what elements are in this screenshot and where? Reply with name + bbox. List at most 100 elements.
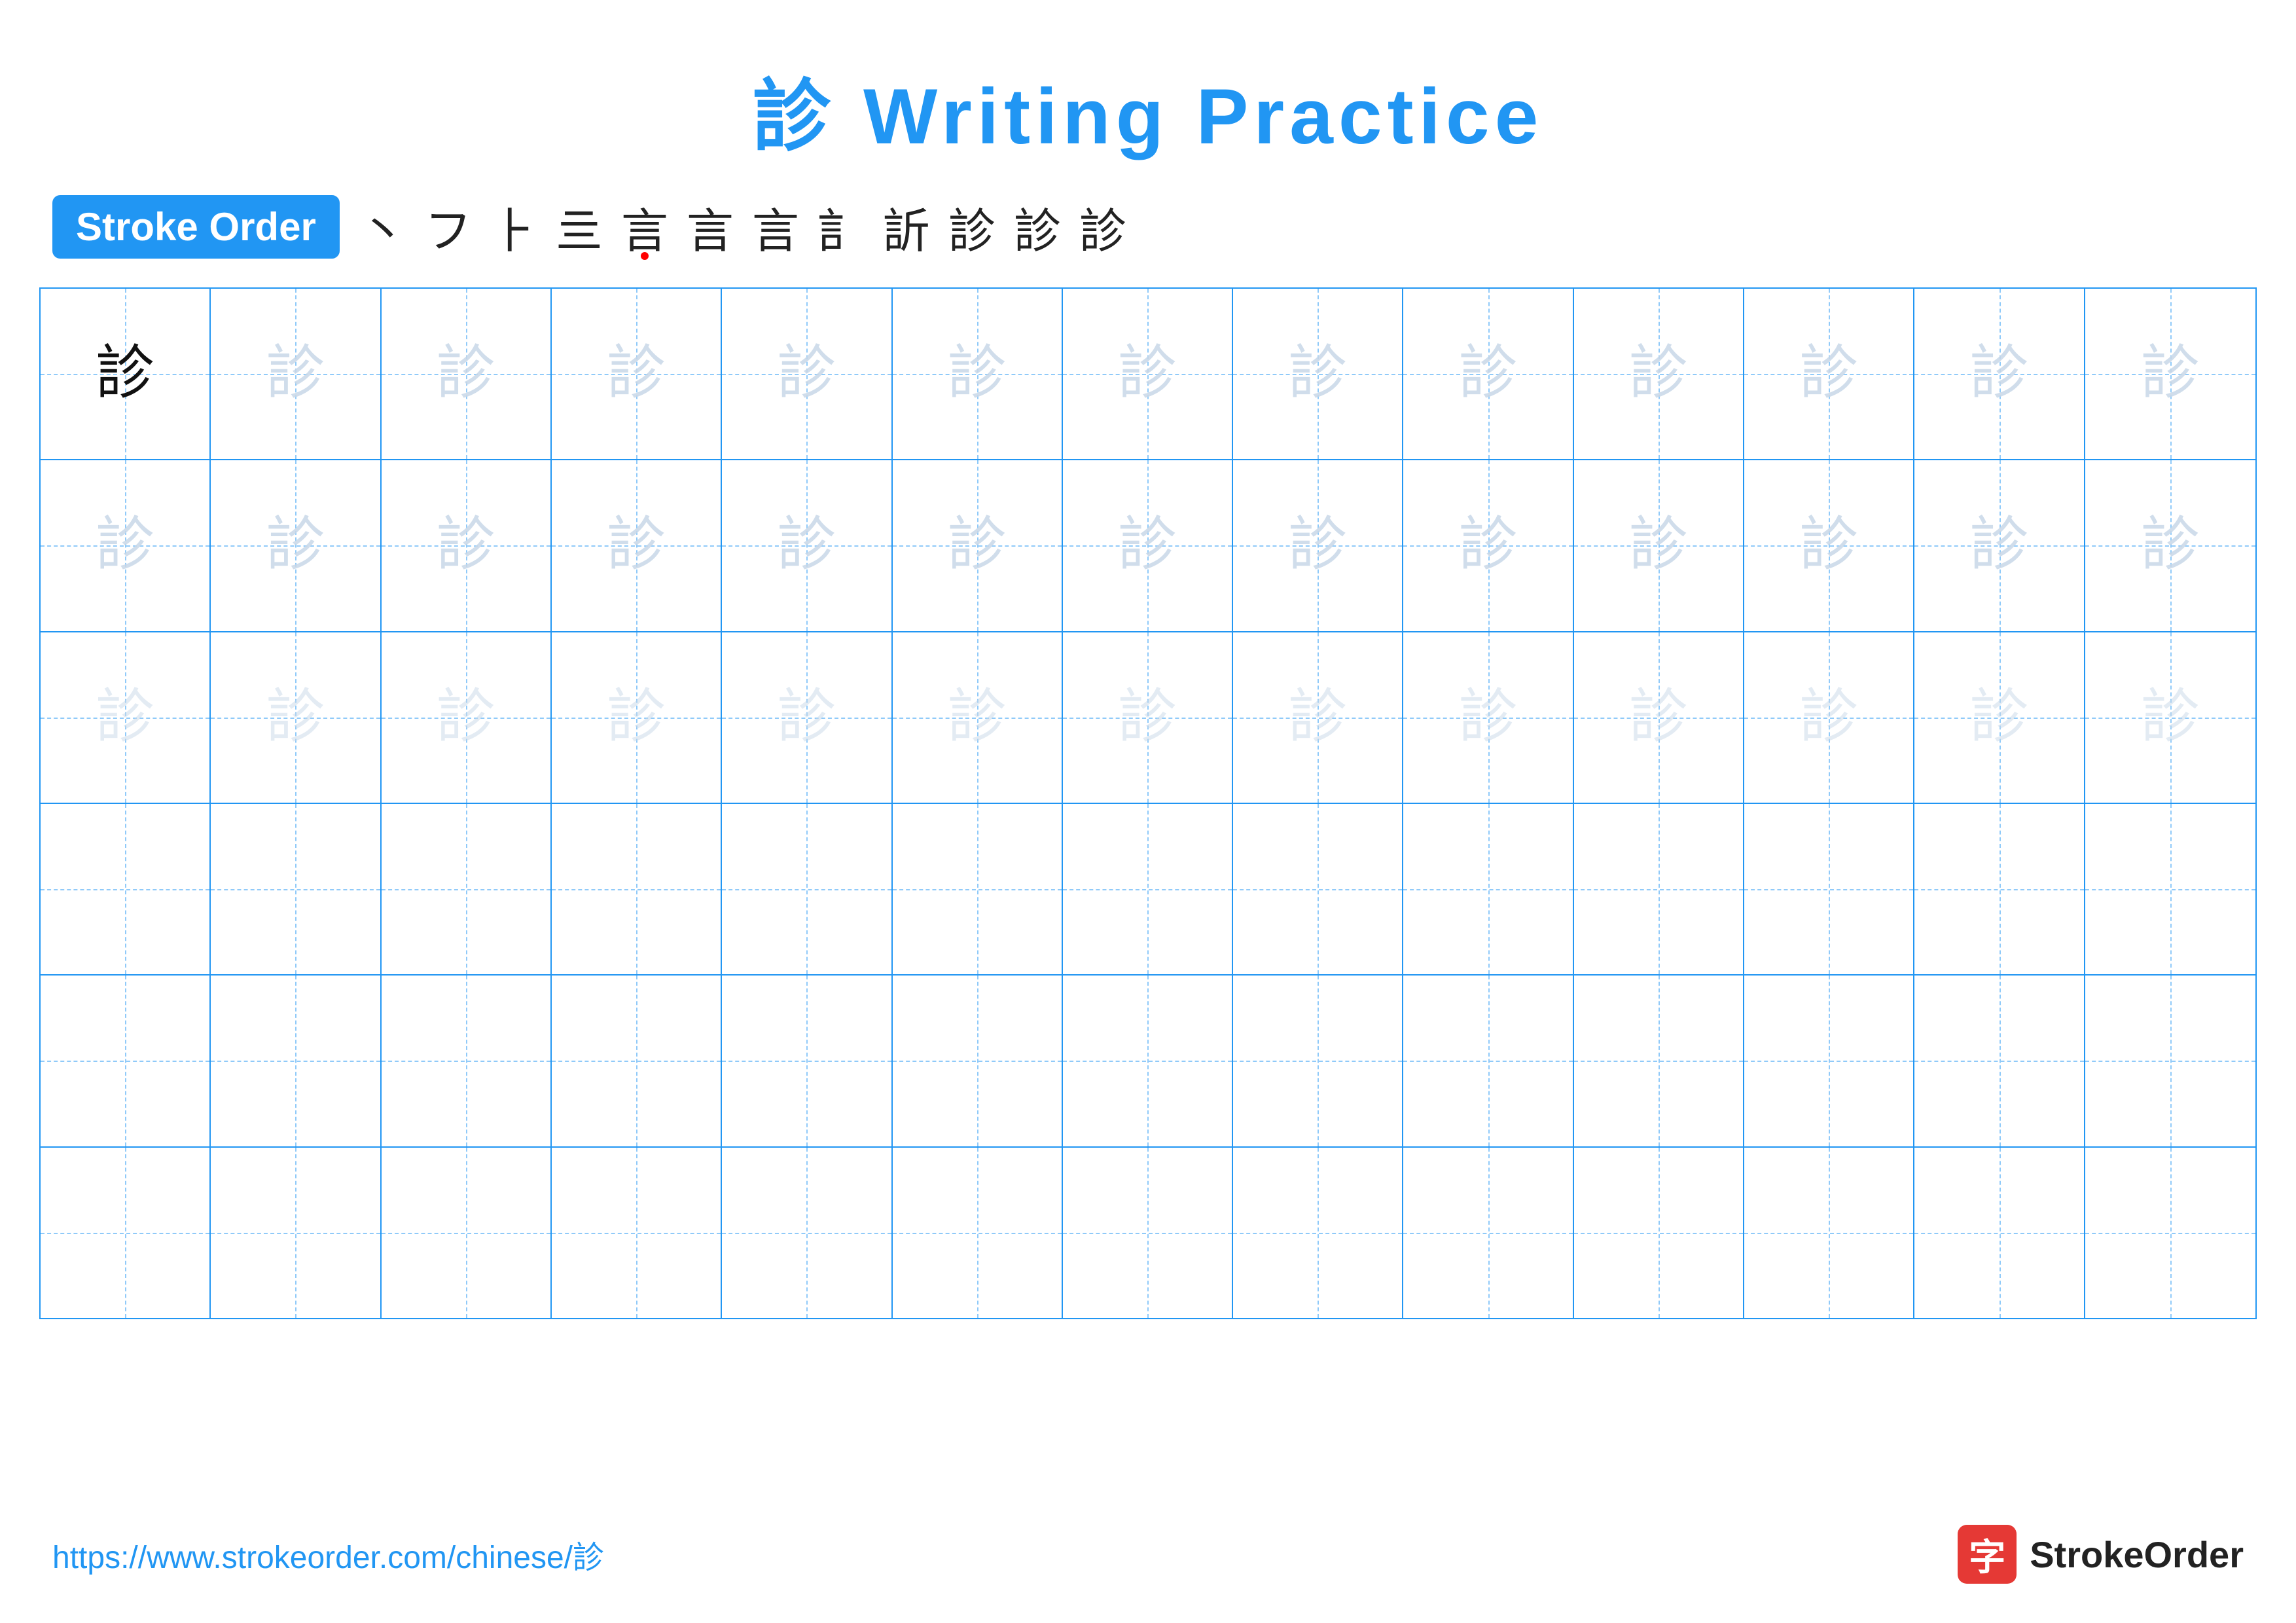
grid-cell-1-9[interactable]: 診 <box>1403 289 1573 459</box>
grid-row-5 <box>41 976 2255 1147</box>
grid-cell-2-4[interactable]: 診 <box>552 460 722 630</box>
stroke-sequence: 丶 フ ⺊ 亖 言 言 言 訁 訢 診 診 診 <box>359 192 1126 261</box>
grid-cell-4-6[interactable] <box>893 804 1063 974</box>
stroke-order-badge: Stroke Order <box>52 195 340 259</box>
grid-cell-2-9[interactable]: 診 <box>1403 460 1573 630</box>
stroke-6: 言 <box>687 192 734 261</box>
grid-cell-4-10[interactable] <box>1574 804 1744 974</box>
grid-cell-5-3[interactable] <box>382 976 552 1146</box>
grid-cell-2-2[interactable]: 診 <box>211 460 381 630</box>
grid-cell-4-8[interactable] <box>1233 804 1403 974</box>
grid-row-4 <box>41 804 2255 976</box>
grid-cell-3-13[interactable]: 診 <box>2085 632 2255 803</box>
grid-cell-2-8[interactable]: 診 <box>1233 460 1403 630</box>
grid-cell-5-2[interactable] <box>211 976 381 1146</box>
grid-cell-3-2[interactable]: 診 <box>211 632 381 803</box>
grid-cell-4-13[interactable] <box>2085 804 2255 974</box>
grid-cell-6-4[interactable] <box>552 1148 722 1318</box>
grid-cell-3-6[interactable]: 診 <box>893 632 1063 803</box>
grid-cell-2-3[interactable]: 診 <box>382 460 552 630</box>
grid-cell-1-5[interactable]: 診 <box>722 289 892 459</box>
grid-cell-4-2[interactable] <box>211 804 381 974</box>
grid-cell-3-4[interactable]: 診 <box>552 632 722 803</box>
grid-cell-5-5[interactable] <box>722 976 892 1146</box>
grid-cell-2-12[interactable]: 診 <box>1914 460 2085 630</box>
stroke-4: 亖 <box>556 192 603 261</box>
grid-cell-4-11[interactable] <box>1744 804 1914 974</box>
stroke-5: 言 <box>621 192 668 261</box>
grid-cell-3-10[interactable]: 診 <box>1574 632 1744 803</box>
grid-cell-1-8[interactable]: 診 <box>1233 289 1403 459</box>
grid-cell-5-11[interactable] <box>1744 976 1914 1146</box>
grid-cell-1-2[interactable]: 診 <box>211 289 381 459</box>
grid-cell-2-6[interactable]: 診 <box>893 460 1063 630</box>
grid-row-2: 診 診 診 診 診 診 診 診 診 診 診 診 診 <box>41 460 2255 632</box>
grid-cell-4-3[interactable] <box>382 804 552 974</box>
grid-cell-6-9[interactable] <box>1403 1148 1573 1318</box>
grid-cell-6-8[interactable] <box>1233 1148 1403 1318</box>
grid-cell-1-11[interactable]: 診 <box>1744 289 1914 459</box>
grid-cell-3-3[interactable]: 診 <box>382 632 552 803</box>
grid-row-3: 診 診 診 診 診 診 診 診 診 診 診 診 診 <box>41 632 2255 804</box>
grid-cell-2-1[interactable]: 診 <box>41 460 211 630</box>
grid-cell-3-5[interactable]: 診 <box>722 632 892 803</box>
stroke-7: 言 <box>752 192 799 261</box>
grid-cell-6-2[interactable] <box>211 1148 381 1318</box>
stroke-3: ⺊ <box>490 192 537 261</box>
grid-cell-6-13[interactable] <box>2085 1148 2255 1318</box>
grid-cell-5-4[interactable] <box>552 976 722 1146</box>
grid-cell-6-11[interactable] <box>1744 1148 1914 1318</box>
grid-cell-6-5[interactable] <box>722 1148 892 1318</box>
grid-cell-5-9[interactable] <box>1403 976 1573 1146</box>
grid-cell-2-11[interactable]: 診 <box>1744 460 1914 630</box>
stroke-2: フ <box>425 192 472 261</box>
grid-cell-4-12[interactable] <box>1914 804 2085 974</box>
grid-cell-6-1[interactable] <box>41 1148 211 1318</box>
stroke-12: 診 <box>1079 192 1126 261</box>
grid-cell-4-5[interactable] <box>722 804 892 974</box>
grid-cell-5-13[interactable] <box>2085 976 2255 1146</box>
char-dark: 診 <box>96 344 154 403</box>
grid-cell-5-10[interactable] <box>1574 976 1744 1146</box>
grid-cell-1-12[interactable]: 診 <box>1914 289 2085 459</box>
footer-url[interactable]: https://www.strokeorder.com/chinese/診 <box>52 1531 604 1577</box>
grid-cell-1-6[interactable]: 診 <box>893 289 1063 459</box>
grid-cell-2-10[interactable]: 診 <box>1574 460 1744 630</box>
stroke-10: 診 <box>948 192 996 261</box>
grid-cell-2-13[interactable]: 診 <box>2085 460 2255 630</box>
grid-cell-1-10[interactable]: 診 <box>1574 289 1744 459</box>
grid-cell-1-3[interactable]: 診 <box>382 289 552 459</box>
grid-cell-4-4[interactable] <box>552 804 722 974</box>
grid-cell-4-1[interactable] <box>41 804 211 974</box>
grid-cell-1-1[interactable]: 診 <box>41 289 211 459</box>
grid-cell-1-13[interactable]: 診 <box>2085 289 2255 459</box>
grid-cell-3-8[interactable]: 診 <box>1233 632 1403 803</box>
stroke-11: 診 <box>1014 192 1061 261</box>
grid-cell-6-3[interactable] <box>382 1148 552 1318</box>
grid-cell-3-12[interactable]: 診 <box>1914 632 2085 803</box>
grid-cell-6-10[interactable] <box>1574 1148 1744 1318</box>
grid-cell-2-7[interactable]: 診 <box>1063 460 1233 630</box>
grid-cell-4-9[interactable] <box>1403 804 1573 974</box>
grid-cell-5-7[interactable] <box>1063 976 1233 1146</box>
logo-icon: 字 <box>1958 1525 2017 1584</box>
grid-cell-4-7[interactable] <box>1063 804 1233 974</box>
footer-logo: 字 StrokeOrder <box>1958 1525 2244 1584</box>
grid-cell-5-6[interactable] <box>893 976 1063 1146</box>
grid-cell-3-1[interactable]: 診 <box>41 632 211 803</box>
grid-row-6 <box>41 1148 2255 1318</box>
grid-cell-1-7[interactable]: 診 <box>1063 289 1233 459</box>
grid-cell-5-1[interactable] <box>41 976 211 1146</box>
grid-cell-3-9[interactable]: 診 <box>1403 632 1573 803</box>
grid-cell-3-7[interactable]: 診 <box>1063 632 1233 803</box>
grid-cell-5-12[interactable] <box>1914 976 2085 1146</box>
grid-cell-3-11[interactable]: 診 <box>1744 632 1914 803</box>
stroke-1: 丶 <box>359 192 406 261</box>
grid-cell-6-12[interactable] <box>1914 1148 2085 1318</box>
grid-cell-5-8[interactable] <box>1233 976 1403 1146</box>
grid-cell-2-5[interactable]: 診 <box>722 460 892 630</box>
grid-cell-1-4[interactable]: 診 <box>552 289 722 459</box>
grid-cell-6-7[interactable] <box>1063 1148 1233 1318</box>
grid-cell-6-6[interactable] <box>893 1148 1063 1318</box>
logo-text: StrokeOrder <box>2030 1533 2244 1576</box>
